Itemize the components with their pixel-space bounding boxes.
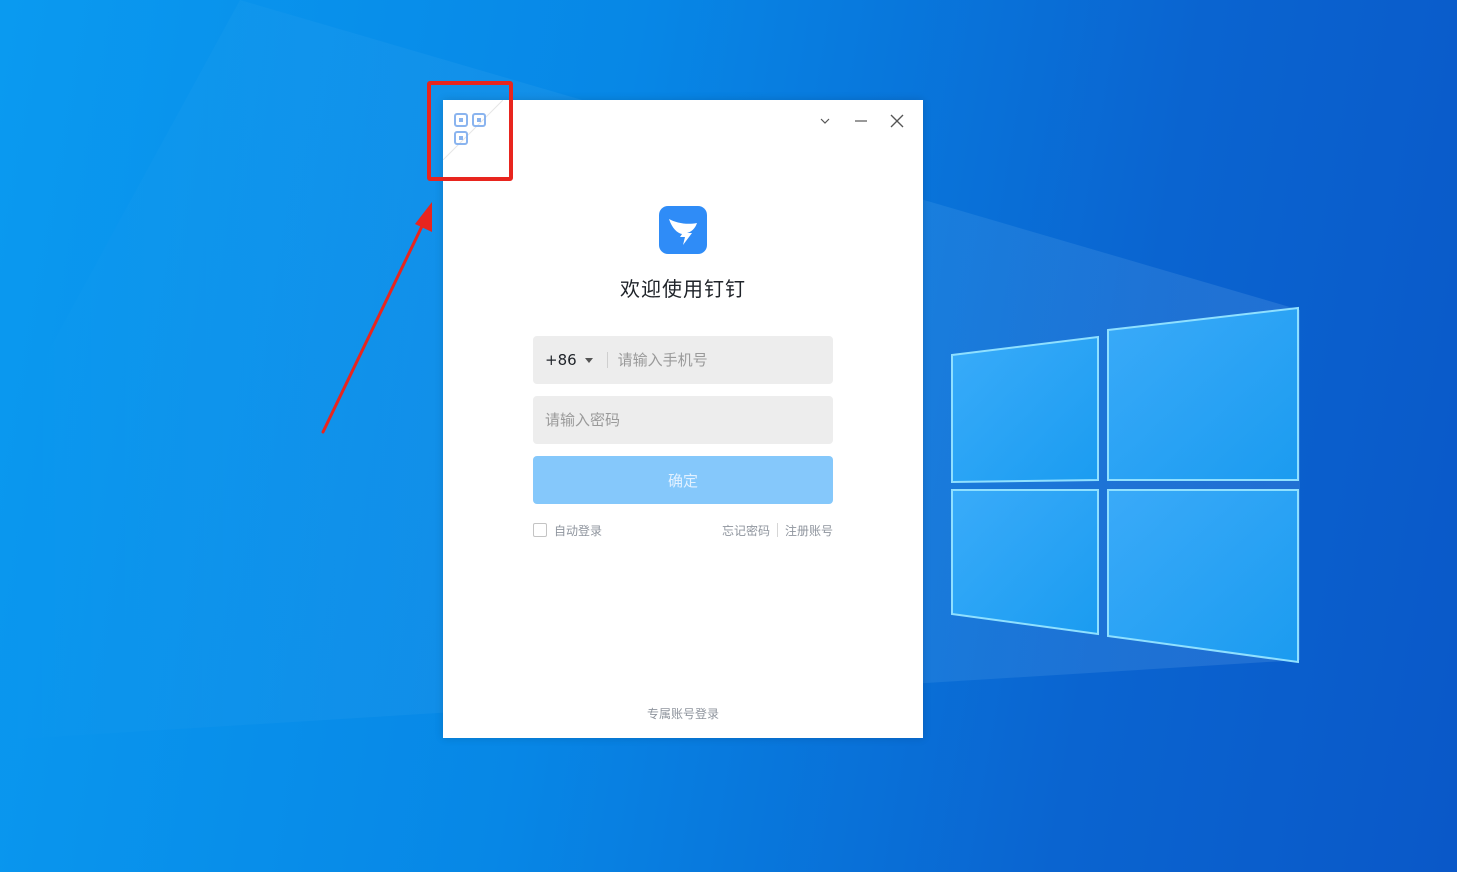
phone-input[interactable] — [607, 335, 833, 385]
phone-field: +86 — [533, 335, 833, 385]
window-controls — [807, 110, 915, 132]
login-options: 自动登录 忘记密码 注册账号 — [533, 521, 833, 539]
caret-down-icon — [584, 357, 593, 363]
minimize-icon — [855, 120, 867, 122]
forgot-password-link[interactable]: 忘记密码 — [722, 522, 770, 539]
minimize-button[interactable] — [843, 110, 879, 132]
account-links: 忘记密码 注册账号 — [722, 522, 833, 539]
dropdown-button[interactable] — [807, 110, 843, 132]
country-code-value: +86 — [545, 351, 577, 369]
close-button[interactable] — [879, 110, 915, 132]
dingtalk-logo-icon — [659, 206, 707, 254]
chevron-down-icon — [820, 118, 830, 124]
confirm-button[interactable]: 确定 — [533, 456, 833, 504]
auto-login-checkbox[interactable] — [533, 523, 547, 537]
password-field — [533, 395, 833, 445]
desktop: 欢迎使用钉钉 +86 确定 自动登录 忘记密码 注册账号 专属账号登录 — [0, 0, 1457, 872]
register-link[interactable]: 注册账号 — [785, 522, 833, 539]
exclusive-account-login-link[interactable]: 专属账号登录 — [443, 705, 923, 722]
annotation-highlight-box — [427, 81, 513, 181]
auto-login-label: 自动登录 — [554, 523, 603, 538]
auto-login-toggle[interactable]: 自动登录 — [533, 522, 602, 539]
welcome-title: 欢迎使用钉钉 — [620, 277, 746, 301]
country-code-select[interactable]: +86 — [533, 336, 607, 384]
password-input[interactable] — [533, 395, 833, 445]
close-icon — [890, 114, 904, 128]
dingtalk-login-window: 欢迎使用钉钉 +86 确定 自动登录 忘记密码 注册账号 专属账号登录 — [443, 100, 923, 738]
link-divider — [776, 523, 778, 537]
